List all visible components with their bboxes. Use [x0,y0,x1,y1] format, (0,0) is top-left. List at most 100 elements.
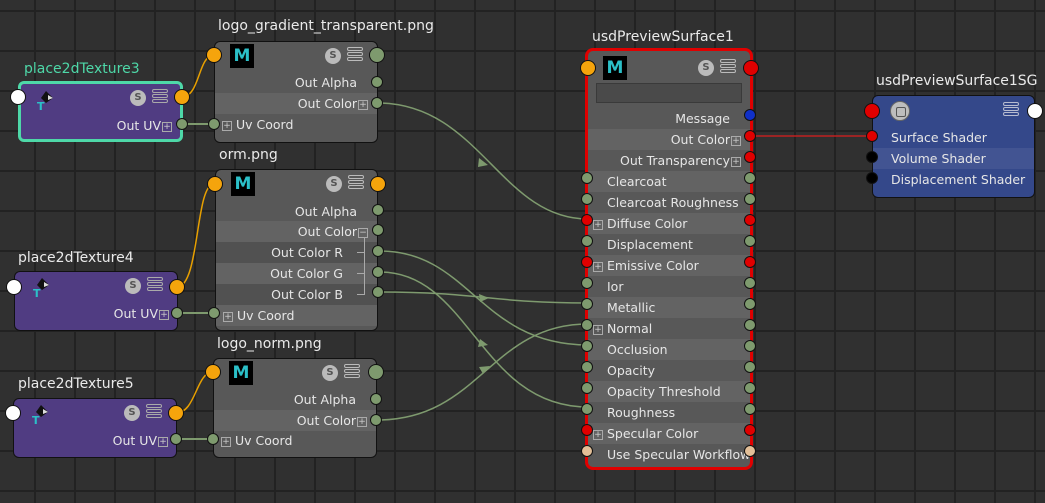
port-displacement-shader[interactable] [866,172,878,184]
expand-icon[interactable]: + [222,120,232,131]
attr-row-roughness[interactable]: Roughness [588,402,750,423]
node-body[interactable]: T S Out UV + [14,271,178,331]
port-clearcoat-roughness-out[interactable] [744,193,756,205]
port-opacity-threshold-in[interactable] [581,382,593,394]
port-message-in[interactable] [580,60,596,76]
port-message-in[interactable] [205,364,221,380]
port-use-specular-workflow-out[interactable] [744,445,756,457]
port-ior-in[interactable] [581,277,593,289]
attribute-list-icon[interactable] [146,404,162,420]
port-message-in[interactable] [207,176,223,192]
port-volume-shader[interactable] [866,151,878,163]
port-out-alpha[interactable] [370,393,382,405]
attr-row-message[interactable]: Message [588,108,750,129]
attr-row-ior[interactable]: Ior [588,276,750,297]
port-message-out[interactable] [168,405,184,421]
port-message-in[interactable] [206,47,222,63]
attr-row-uv-coord[interactable]: + Uv Coord [215,114,377,135]
port-clearcoat-roughness-in[interactable] [581,193,593,205]
attr-row-out-transparency[interactable]: Out Transparency + [588,150,750,171]
swatch-s-icon[interactable]: S [125,278,141,294]
expand-icon[interactable]: + [593,324,603,335]
expand-icon[interactable]: + [162,121,172,132]
port-opacity-out[interactable] [744,361,756,373]
port-out-uv[interactable] [176,118,188,130]
attr-row-displacement-shader[interactable]: Displacement Shader [873,169,1034,190]
port-output[interactable] [368,364,384,380]
swatch-s-icon[interactable]: S [326,176,342,192]
attr-row-uv-coord[interactable]: + Uv Coord [216,305,377,326]
port-emissive-color-out[interactable] [744,256,756,268]
port-metallic-in[interactable] [581,298,593,310]
attribute-list-icon[interactable] [348,175,364,191]
expand-icon[interactable]: + [593,219,603,230]
expand-icon[interactable]: + [593,429,603,440]
attr-row-volume-shader[interactable]: Volume Shader [873,148,1034,169]
port-message-in[interactable] [6,279,22,295]
port-displacement-in[interactable] [581,235,593,247]
attr-row-normal[interactable]: + Normal [588,318,750,339]
port-opacity-in[interactable] [581,361,593,373]
port-message-out[interactable] [169,279,185,295]
port-out-alpha[interactable] [372,204,384,216]
attr-row-out-color[interactable]: Out Color + [214,410,376,431]
swatch-s-icon[interactable]: S [322,365,338,381]
port-out-uv[interactable] [170,433,182,445]
attr-row-out-uv[interactable]: Out UV + [14,430,176,451]
node-body[interactable]: M S Out Alpha Out Color + + Uv Coord [214,41,378,143]
attr-row-metallic[interactable]: Metallic [588,297,750,318]
node-body[interactable]: M S Out Alpha Out Color − Out Color R Out… [215,169,378,331]
port-clearcoat-out[interactable] [744,172,756,184]
port-message-in[interactable] [10,89,26,105]
expand-icon[interactable]: + [731,135,741,146]
attr-row-out-color-r[interactable]: Out Color R [216,242,377,263]
port-displacement-out[interactable] [744,235,756,247]
attr-row-opacity-threshold[interactable]: Opacity Threshold [588,381,750,402]
port-normal-out[interactable] [744,319,756,331]
attr-row-out-alpha[interactable]: Out Alpha [215,72,377,93]
attr-row-out-color-g[interactable]: Out Color G [216,263,377,284]
expand-icon[interactable]: + [223,311,233,322]
port-normal-in[interactable] [581,319,593,331]
attr-row-diffuse-color[interactable]: + Diffuse Color [588,213,750,234]
expand-icon[interactable]: + [158,436,168,447]
port-uv-coord[interactable] [207,433,219,445]
port-out-color[interactable] [371,97,383,109]
port-out-color[interactable] [372,224,384,236]
port-surface-shader[interactable] [866,130,878,142]
expand-icon[interactable]: + [357,416,367,427]
node-body[interactable]: Surface Shader Volume Shader Displacemen… [872,95,1035,198]
wire-place2d4-to-file2-message[interactable] [176,183,215,288]
port-ior-out[interactable] [744,277,756,289]
port-roughness-in[interactable] [581,403,593,415]
port-emissive-color-in[interactable] [581,256,593,268]
swatch-s-icon[interactable]: S [698,60,714,76]
expand-icon[interactable]: + [593,261,603,272]
attr-row-out-alpha[interactable]: Out Alpha [214,389,376,410]
attr-row-out-uv[interactable]: Out UV + [15,303,177,324]
wire-file1-outcolor-to-diffuse[interactable] [376,102,589,220]
collapse-icon[interactable]: − [358,227,368,238]
port-uv-coord[interactable] [208,118,220,130]
attribute-list-icon[interactable] [347,47,363,63]
wire-file2-b-to-metallic[interactable] [379,291,589,304]
port-out-alpha[interactable] [371,76,383,88]
port-out-transparency-out[interactable] [744,151,756,163]
attribute-list-icon[interactable] [147,277,163,293]
port-out-color-g[interactable] [372,266,384,278]
port-message-in[interactable] [864,103,880,119]
attribute-list-icon[interactable] [152,89,168,105]
attribute-list-icon[interactable] [1003,102,1019,118]
expand-icon[interactable]: + [159,309,169,320]
attr-row-out-alpha[interactable]: Out Alpha [216,201,377,222]
attribute-list-icon[interactable] [344,364,360,380]
port-diffuse-color-in[interactable] [581,214,593,226]
attr-row-out-color[interactable]: Out Color − [216,221,377,242]
port-uv-coord[interactable] [208,307,220,319]
attr-row-displacement[interactable]: Displacement [588,234,750,255]
port-message-in[interactable] [5,405,21,421]
attr-row-clearcoat[interactable]: Clearcoat [588,171,750,192]
port-output[interactable] [369,47,385,63]
node-body[interactable]: T S Out UV + [18,81,183,142]
attribute-list-icon[interactable] [720,59,736,75]
